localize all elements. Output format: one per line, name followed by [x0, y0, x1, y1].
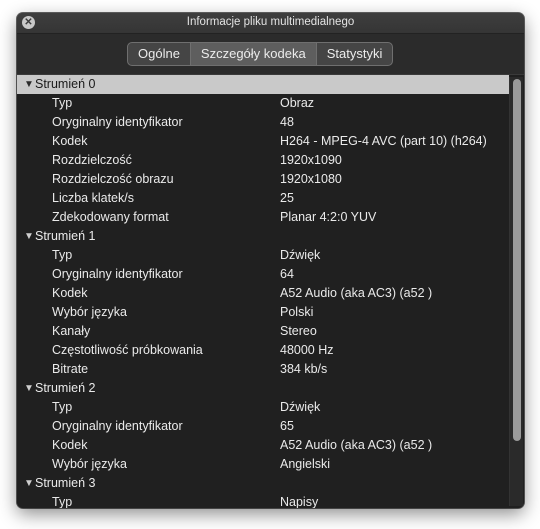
property-row[interactable]: Kanały Stereo	[17, 322, 509, 341]
tab-bar: Ogólne Szczegóły kodeka Statystyki	[127, 42, 394, 66]
property-name: Typ	[52, 495, 73, 508]
disclosure-triangle-icon[interactable]: ▼	[24, 227, 35, 246]
property-value: Dźwięk	[280, 400, 321, 414]
property-name: Liczba klatek/s	[52, 191, 134, 205]
property-row[interactable]: Bitrate 384 kb/s	[17, 360, 509, 379]
property-value: Polski	[280, 305, 314, 319]
property-row[interactable]: Kodek H264 - MPEG-4 AVC (part 10) (h264)	[17, 132, 509, 151]
stream-label: Strumień 3	[35, 476, 96, 490]
tab-statistics[interactable]: Statystyki	[317, 43, 393, 65]
property-value: Dźwięk	[280, 248, 321, 262]
property-name: Rozdzielczość	[52, 153, 132, 167]
disclosure-triangle-icon[interactable]: ▼	[24, 379, 35, 398]
property-row[interactable]: Wybór języka Angielski	[17, 455, 509, 474]
tab-general[interactable]: Ogólne	[128, 43, 191, 65]
property-value: 1920x1080	[280, 172, 342, 186]
stream-label: Strumień 0	[35, 77, 96, 91]
stream-header[interactable]: ▼ Strumień 3	[17, 474, 509, 493]
property-row[interactable]: Kodek A52 Audio (aka AC3) (a52 )	[17, 436, 509, 455]
stream-header[interactable]: ▼ Strumień 0	[17, 75, 509, 94]
media-info-window: ✕ Informacje pliku multimedialnego Ogóln…	[17, 13, 524, 508]
property-name: Zdekodowany format	[52, 210, 169, 224]
property-value: A52 Audio (aka AC3) (a52 )	[280, 438, 433, 452]
property-row[interactable]: Liczba klatek/s 25	[17, 189, 509, 208]
stream-label: Strumień 2	[35, 381, 96, 395]
property-name: Typ	[52, 400, 73, 414]
stream-label: Strumień 1	[35, 229, 96, 243]
scrollbar-thumb[interactable]	[513, 79, 521, 441]
property-row[interactable]: Rozdzielczość 1920x1090	[17, 151, 509, 170]
stream-header[interactable]: ▼ Strumień 1	[17, 227, 509, 246]
property-row[interactable]: Częstotliwość próbkowania 48000 Hz	[17, 341, 509, 360]
property-name: Kodek	[52, 286, 88, 300]
property-value: 25	[280, 191, 294, 205]
property-value: 48000 Hz	[280, 343, 334, 357]
property-name: Typ	[52, 248, 73, 262]
property-row[interactable]: Oryginalny identyfikator 48	[17, 113, 509, 132]
property-name: Częstotliwość próbkowania	[52, 343, 203, 357]
property-name: Wybór języka	[52, 305, 127, 319]
property-row[interactable]: Zdekodowany format Planar 4:2:0 YUV	[17, 208, 509, 227]
property-name: Oryginalny identyfikator	[52, 267, 183, 281]
vertical-scrollbar[interactable]	[509, 77, 523, 506]
disclosure-triangle-icon[interactable]: ▼	[24, 474, 35, 493]
property-name: Typ	[52, 96, 73, 110]
stream-tree: ▼ Strumień 0 Typ Obraz Oryginalny identyfika…	[17, 75, 509, 508]
property-row[interactable]: Typ Dźwięk	[17, 398, 509, 417]
property-name: Kanały	[52, 324, 91, 338]
property-value: H264 - MPEG-4 AVC (part 10) (h264)	[280, 134, 487, 148]
property-row[interactable]: Rozdzielczość obrazu 1920x1080	[17, 170, 509, 189]
property-name: Kodek	[52, 438, 88, 452]
property-name: Rozdzielczość obrazu	[52, 172, 174, 186]
property-value: Angielski	[280, 457, 331, 471]
property-name: Bitrate	[52, 362, 89, 376]
property-name: Wybór języka	[52, 457, 127, 471]
property-row[interactable]: Typ Napisy	[17, 493, 509, 508]
property-value: A52 Audio (aka AC3) (a52 )	[280, 286, 433, 300]
property-value: 1920x1090	[280, 153, 342, 167]
property-value: Napisy	[280, 495, 319, 508]
property-row[interactable]: Typ Obraz	[17, 94, 509, 113]
property-value: 48	[280, 115, 294, 129]
property-value: 64	[280, 267, 294, 281]
tab-codec-details[interactable]: Szczegóły kodeka	[190, 43, 317, 65]
window-title: Informacje pliku multimedialnego	[186, 16, 355, 28]
stream-header[interactable]: ▼ Strumień 2	[17, 379, 509, 398]
property-value: 65	[280, 419, 294, 433]
property-row[interactable]: Kodek A52 Audio (aka AC3) (a52 )	[17, 284, 509, 303]
property-value: 384 kb/s	[280, 362, 328, 376]
title-bar: ✕ Informacje pliku multimedialnego	[17, 13, 524, 34]
property-row[interactable]: Oryginalny identyfikator 65	[17, 417, 509, 436]
property-value: Planar 4:2:0 YUV	[280, 210, 377, 224]
property-name: Oryginalny identyfikator	[52, 419, 183, 433]
property-row[interactable]: Typ Dźwięk	[17, 246, 509, 265]
property-row[interactable]: Wybór języka Polski	[17, 303, 509, 322]
property-name: Oryginalny identyfikator	[52, 115, 183, 129]
codec-details-panel: ▼ Strumień 0 Typ Obraz Oryginalny identyfika…	[17, 74, 524, 508]
property-value: Stereo	[280, 324, 317, 338]
disclosure-triangle-icon[interactable]: ▼	[24, 75, 35, 94]
property-value: Obraz	[280, 96, 315, 110]
property-name: Kodek	[52, 134, 88, 148]
property-row[interactable]: Oryginalny identyfikator 64	[17, 265, 509, 284]
